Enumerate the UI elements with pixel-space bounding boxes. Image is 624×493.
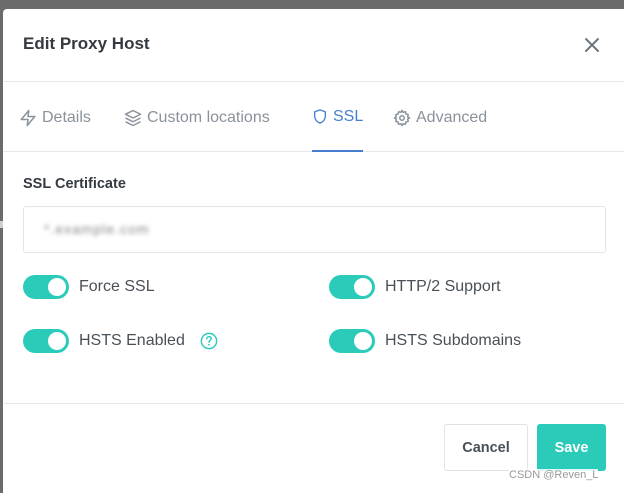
tab-label: Details [42, 108, 91, 126]
ssl-certificate-select[interactable]: *.example.com [23, 206, 606, 253]
tab-ssl[interactable]: SSL [312, 83, 363, 152]
http2-support-toggle-row: HTTP/2 Support [329, 275, 501, 299]
hsts-enabled-toggle-row: HSTS Enabled [23, 329, 218, 353]
hsts-subdomains-toggle[interactable] [329, 329, 375, 353]
certificate-value: *.example.com [44, 221, 150, 237]
layers-icon [124, 109, 142, 126]
hsts-enabled-toggle[interactable] [23, 329, 69, 353]
save-button[interactable]: Save [537, 424, 606, 471]
toggle-label: HSTS Enabled [79, 332, 185, 349]
toggle-label: Force SSL [79, 278, 155, 295]
hsts-subdomains-toggle-row: HSTS Subdomains [329, 329, 521, 353]
gear-icon [393, 109, 411, 126]
help-icon[interactable] [200, 332, 218, 350]
ssl-certificate-label: SSL Certificate [23, 176, 126, 192]
tab-label: Custom locations [147, 108, 270, 126]
shield-icon [314, 109, 326, 124]
tab-custom-locations[interactable]: Custom locations [124, 83, 270, 152]
close-icon [585, 38, 599, 52]
watermark: CSDN @Reven_L [509, 469, 599, 481]
tab-advanced[interactable]: Advanced [393, 83, 487, 152]
force-ssl-toggle-row: Force SSL [23, 275, 155, 299]
tab-label: SSL [333, 107, 364, 125]
cancel-button[interactable]: Cancel [444, 424, 528, 471]
http2-support-toggle[interactable] [329, 275, 375, 299]
toggle-label: HSTS Subdomains [385, 332, 522, 349]
tab-label: Advanced [416, 108, 488, 126]
toggle-label: HTTP/2 Support [385, 278, 501, 295]
edit-proxy-host-modal: Edit Proxy Host Details Custom locations… [3, 9, 624, 493]
tab-details[interactable]: Details [19, 83, 91, 152]
modal-title: Edit Proxy Host [23, 34, 150, 53]
close-button[interactable] [581, 34, 603, 56]
modal-header: Edit Proxy Host [3, 9, 624, 82]
tab-bar: Details Custom locations SSL Advanced [3, 83, 624, 152]
force-ssl-toggle[interactable] [23, 275, 69, 299]
bolt-icon [20, 109, 36, 126]
